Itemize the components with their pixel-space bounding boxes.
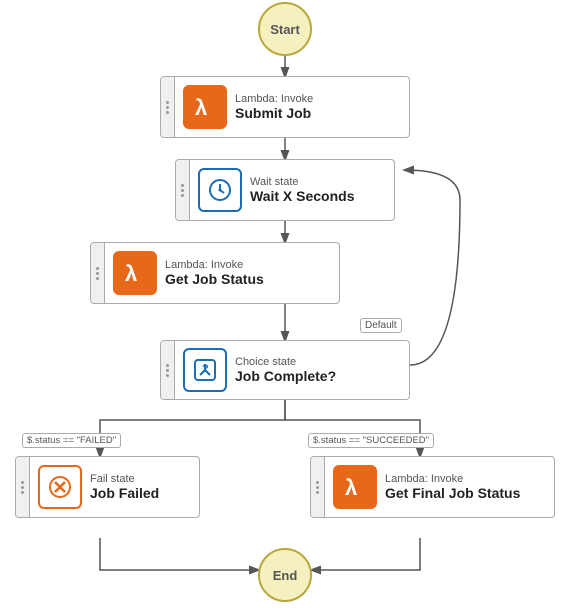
failed-condition-label: $.status == "FAILED"	[22, 433, 121, 448]
wait-state-node[interactable]: Wait state Wait X Seconds	[175, 159, 395, 221]
failed-label: $.status == "FAILED"	[27, 435, 116, 446]
job-complete-type: Choice state	[235, 356, 336, 368]
get-final-status-handle	[311, 457, 325, 517]
job-failed-icon	[38, 465, 82, 509]
svg-text:λ: λ	[195, 95, 207, 120]
job-failed-text: Fail state Job Failed	[90, 473, 159, 501]
submit-job-type: Lambda: Invoke	[235, 93, 313, 105]
submit-job-handle	[161, 77, 175, 137]
get-job-status-node[interactable]: λ Lambda: Invoke Get Job Status	[90, 242, 340, 304]
get-final-status-icon: λ	[333, 465, 377, 509]
end-node: End	[258, 548, 312, 602]
get-job-status-text: Lambda: Invoke Get Job Status	[165, 259, 264, 287]
get-final-status-text: Lambda: Invoke Get Final Job Status	[385, 473, 520, 501]
job-failed-node[interactable]: Fail state Job Failed	[15, 456, 200, 518]
workflow-diagram: Start λ Lambda: Invoke Submit Job	[0, 0, 570, 610]
svg-text:λ: λ	[345, 475, 357, 500]
job-failed-title: Job Failed	[90, 485, 159, 501]
job-complete-title: Job Complete?	[235, 368, 336, 384]
job-complete-handle	[161, 341, 175, 399]
wait-state-text: Wait state Wait X Seconds	[250, 176, 355, 204]
submit-job-text: Lambda: Invoke Submit Job	[235, 93, 313, 121]
submit-job-node[interactable]: λ Lambda: Invoke Submit Job	[160, 76, 410, 138]
job-failed-handle	[16, 457, 30, 517]
succeeded-condition-label: $.status == "SUCCEEDED"	[308, 433, 434, 448]
submit-job-title: Submit Job	[235, 105, 313, 121]
start-node: Start	[258, 2, 312, 56]
get-final-status-node[interactable]: λ Lambda: Invoke Get Final Job Status	[310, 456, 555, 518]
get-job-status-handle	[91, 243, 105, 303]
wait-state-title: Wait X Seconds	[250, 188, 355, 204]
job-failed-type: Fail state	[90, 473, 159, 485]
get-final-status-title: Get Final Job Status	[385, 485, 520, 501]
submit-job-icon: λ	[183, 85, 227, 129]
svg-text:?: ?	[202, 363, 209, 375]
wait-state-icon	[198, 168, 242, 212]
get-job-status-type: Lambda: Invoke	[165, 259, 264, 271]
job-complete-text: Choice state Job Complete?	[235, 356, 336, 384]
svg-text:λ: λ	[125, 261, 137, 286]
default-condition-label: Default	[360, 318, 402, 333]
wait-state-handle	[176, 160, 190, 220]
get-final-status-type: Lambda: Invoke	[385, 473, 520, 485]
default-label: Default	[365, 320, 397, 331]
wait-state-type: Wait state	[250, 176, 355, 188]
job-complete-node[interactable]: ? Choice state Job Complete?	[160, 340, 410, 400]
get-job-status-title: Get Job Status	[165, 271, 264, 287]
end-label: End	[273, 568, 298, 583]
get-job-status-icon: λ	[113, 251, 157, 295]
start-label: Start	[270, 22, 300, 37]
succeeded-label: $.status == "SUCCEEDED"	[313, 435, 429, 446]
job-complete-icon: ?	[183, 348, 227, 392]
